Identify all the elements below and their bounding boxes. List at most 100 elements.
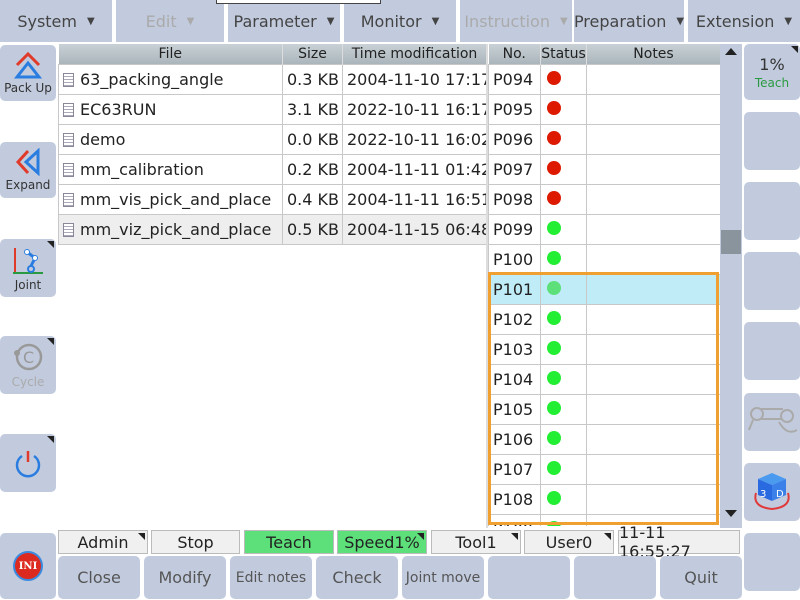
joint-label: Joint	[14, 278, 42, 292]
menu-label: Parameter	[233, 11, 317, 31]
joint-move-button[interactable]: Joint move	[402, 556, 484, 599]
point-row[interactable]: P095	[488, 93, 720, 125]
chevron-down-icon: ▼	[676, 15, 685, 27]
point-row[interactable]: P098	[488, 183, 720, 215]
menu-label: Edit	[145, 11, 177, 31]
speed-button[interactable]: 1% Teach	[744, 44, 800, 100]
ini-button[interactable]: INI	[0, 533, 56, 599]
size-column-header[interactable]: Size	[282, 44, 343, 64]
menu-preparation[interactable]: Preparation ▼	[574, 0, 684, 42]
file-table: File Size Time modification 63_packing_a…	[58, 44, 487, 245]
point-row[interactable]: P096	[488, 123, 720, 155]
file-row[interactable]: EC63RUN 3.1 KB 2022-10-11 16:17	[58, 93, 487, 125]
tool-status[interactable]: Tool1	[431, 530, 521, 554]
scroll-thumb[interactable]	[721, 230, 741, 254]
robot-hand-icon	[748, 407, 797, 433]
file-time-cell: 2004-11-11 01:42	[342, 153, 487, 185]
file-row[interactable]: mm_viz_pick_and_place 0.5 KB 2004-11-15 06…	[58, 213, 487, 245]
time-column-header[interactable]: Time modification	[342, 44, 487, 64]
status-dot-icon	[547, 160, 561, 175]
no-column-header[interactable]: No.	[488, 44, 541, 64]
right-button-5[interactable]	[744, 322, 800, 380]
menu-instruction[interactable]: Instruction ▼	[460, 0, 572, 42]
point-row[interactable]: P100	[488, 243, 720, 275]
point-notes-cell	[586, 183, 720, 215]
point-no-cell: P096	[488, 123, 541, 155]
point-row[interactable]: P099	[488, 213, 720, 245]
point-no-cell: P094	[488, 63, 541, 95]
point-status-cell	[540, 123, 587, 155]
menu-parameter[interactable]: Parameter ▼	[228, 0, 340, 42]
menu-edit[interactable]: Edit ▼	[116, 0, 224, 42]
file-icon	[63, 162, 74, 177]
file-size-cell: 3.1 KB	[282, 93, 343, 125]
point-row[interactable]: P094	[488, 63, 720, 95]
blank-5-button[interactable]	[488, 556, 570, 599]
menu-label: Extension	[695, 11, 775, 31]
cycle-button[interactable]: C Cycle	[0, 336, 56, 394]
file-row[interactable]: mm_vis_pick_and_place 0.4 KB 2004-11-11 16…	[58, 183, 487, 215]
point-no-cell: P097	[488, 153, 541, 185]
right-button-4[interactable]	[744, 252, 800, 310]
power-button[interactable]	[0, 434, 56, 492]
pack-up-button[interactable]: Pack Up	[0, 45, 56, 101]
mode-label: Teach	[754, 75, 790, 90]
blank-6-button[interactable]	[574, 556, 656, 599]
status-column-header[interactable]: Status	[540, 44, 587, 64]
file-icon	[63, 222, 74, 237]
menu-extension[interactable]: Extension ▼	[688, 0, 800, 42]
3d-cube-icon: 3D	[754, 473, 790, 511]
point-row[interactable]: P097	[488, 153, 720, 185]
menu-label: System	[17, 11, 77, 31]
edit-notes-button[interactable]: Edit notes	[230, 556, 312, 599]
file-time-cell: 2022-10-11 16:17	[342, 93, 487, 125]
clock: 11-11 16:55:27	[618, 523, 740, 561]
notes-column-header[interactable]: Notes	[586, 44, 720, 64]
user-frame-status[interactable]: User0	[524, 530, 614, 554]
modify-button[interactable]: Modify	[144, 556, 226, 599]
scrollbar[interactable]	[720, 44, 742, 528]
file-row[interactable]: mm_calibration 0.2 KB 2004-11-11 01:42	[58, 153, 487, 185]
point-notes-cell	[586, 63, 720, 95]
highlight-box	[488, 272, 719, 525]
check-button[interactable]: Check	[316, 556, 398, 599]
cycle-label: Cycle	[11, 375, 45, 389]
point-notes-cell	[586, 243, 720, 275]
right-button-8[interactable]	[744, 533, 800, 591]
file-column-header[interactable]: File	[58, 44, 283, 64]
file-row[interactable]: 63_packing_angle 0.3 KB 2004-11-10 17:17	[58, 63, 487, 95]
status-dot-icon	[547, 220, 561, 235]
joint-button[interactable]: Joint	[0, 239, 56, 297]
3d-view-button[interactable]: 3D	[744, 463, 800, 521]
quit-button[interactable]: Quit	[660, 556, 742, 599]
point-notes-cell	[586, 93, 720, 125]
menu-system[interactable]: System ▼	[0, 0, 112, 42]
status-dot-icon	[547, 250, 561, 265]
point-status-cell	[540, 153, 587, 185]
pack-up-label: Pack Up	[4, 81, 52, 95]
right-button-3[interactable]	[744, 182, 800, 240]
expand-label: Expand	[5, 178, 51, 192]
close-button[interactable]: Close	[58, 556, 140, 599]
svg-text:3: 3	[760, 489, 766, 500]
speed-status[interactable]: Speed1%	[337, 530, 427, 554]
chevron-down-icon: ▼	[559, 15, 568, 27]
menu-label: Instruction	[464, 11, 550, 31]
scroll-down-arrow[interactable]	[725, 510, 737, 517]
menu-monitor[interactable]: Monitor ▼	[344, 0, 456, 42]
file-row[interactable]: demo 0.0 KB 2022-10-11 16:02	[58, 123, 487, 155]
chevron-down-icon: ▼	[784, 15, 793, 27]
scroll-up-arrow[interactable]	[725, 48, 737, 55]
file-size-cell: 0.2 KB	[282, 153, 343, 185]
file-size-cell: 0.0 KB	[282, 123, 343, 155]
right-button-2[interactable]	[744, 112, 800, 170]
point-status-cell	[540, 183, 587, 215]
file-name: mm_viz_pick_and_place	[80, 219, 272, 239]
user-status[interactable]: Admin	[58, 530, 148, 554]
file-time-cell: 2022-10-11 16:02	[342, 123, 487, 155]
hand-guide-button[interactable]	[744, 393, 800, 451]
expand-button[interactable]: Expand	[0, 142, 56, 198]
file-name: mm_vis_pick_and_place	[80, 189, 272, 209]
point-notes-cell	[586, 213, 720, 245]
file-name-cell: mm_vis_pick_and_place	[58, 183, 283, 215]
